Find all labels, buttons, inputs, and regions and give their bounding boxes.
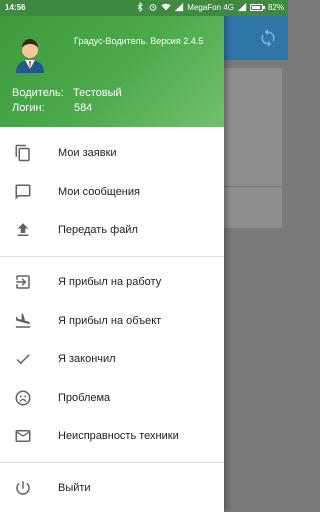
- card-divider: [220, 186, 282, 187]
- menu-item-finished[interactable]: Я закончил: [0, 340, 224, 378]
- alarm-icon: [149, 4, 157, 11]
- menu-item-label: Мои сообщения: [58, 186, 140, 198]
- menu-item-equipment-malfunction[interactable]: Неисправность техники: [0, 417, 224, 455]
- menu-item-arrived-at-site[interactable]: Я прибыл на объект: [0, 302, 224, 340]
- app-version: Градус-Водитель. Версия 2.4.5: [74, 36, 204, 46]
- status-right: MegaFon 4G 82%: [135, 2, 284, 12]
- battery-percent: 82%: [267, 2, 284, 12]
- check-icon: [16, 354, 30, 365]
- menu-item-my-orders[interactable]: Мои заявки: [0, 134, 224, 172]
- menu-item-my-messages[interactable]: Мои сообщения: [0, 173, 224, 211]
- menu-divider: [0, 256, 224, 257]
- chat-icon: [15, 184, 31, 200]
- wifi-icon: [161, 3, 171, 11]
- signal-icon-2: [237, 2, 247, 12]
- menu-item-label: Мои заявки: [58, 147, 117, 159]
- power-icon: [16, 481, 30, 495]
- status-bar: 14:56 MegaFon 4G 82%: [0, 0, 288, 16]
- menu-item-label: Я прибыл на работу: [58, 276, 162, 288]
- menu-item-label: Неисправность техники: [58, 430, 179, 442]
- drawer-header: Градус-Водитель. Версия 2.4.5 Водитель: …: [0, 0, 224, 127]
- sync-icon[interactable]: [258, 28, 278, 48]
- copy-icon: [15, 144, 30, 162]
- signal-icon: [175, 2, 184, 12]
- content-card: [214, 68, 282, 228]
- status-time: 14:56: [5, 3, 26, 12]
- carrier-label: MegaFon 4G: [187, 2, 234, 12]
- driver-row: Водитель: Тестовый: [12, 87, 122, 99]
- menu-item-label: Выйти: [58, 482, 91, 494]
- sad-face-icon: [15, 390, 31, 406]
- menu-item-problem[interactable]: Проблема: [0, 379, 224, 417]
- menu-item-arrived-at-work[interactable]: Я прибыл на работу: [0, 263, 224, 301]
- menu-item-logout[interactable]: Выйти: [0, 469, 224, 507]
- driver-label: Водитель:: [12, 87, 64, 99]
- menu-item-label: Я закончил: [58, 353, 116, 365]
- upload-icon: [17, 223, 29, 236]
- menu-item-label: Передать файл: [58, 224, 138, 236]
- menu-item-label: Проблема: [58, 392, 111, 404]
- driver-avatar-icon: [16, 39, 44, 73]
- login-value: 584: [74, 102, 93, 114]
- login-row: Логин: 584: [12, 102, 92, 114]
- mail-icon: [15, 430, 31, 442]
- bluetooth-icon: [137, 2, 143, 12]
- login-label: Логин:: [12, 102, 45, 114]
- menu-item-label: Я прибыл на объект: [58, 315, 162, 327]
- battery-icon: [249, 3, 265, 11]
- menu-item-send-file[interactable]: Передать файл: [0, 211, 224, 249]
- driver-value: Тестовый: [73, 87, 122, 99]
- login-icon: [16, 275, 30, 289]
- flight-land-icon: [15, 313, 31, 328]
- navigation-drawer: Градус-Водитель. Версия 2.4.5 Водитель: …: [0, 0, 224, 512]
- menu-divider: [0, 462, 224, 463]
